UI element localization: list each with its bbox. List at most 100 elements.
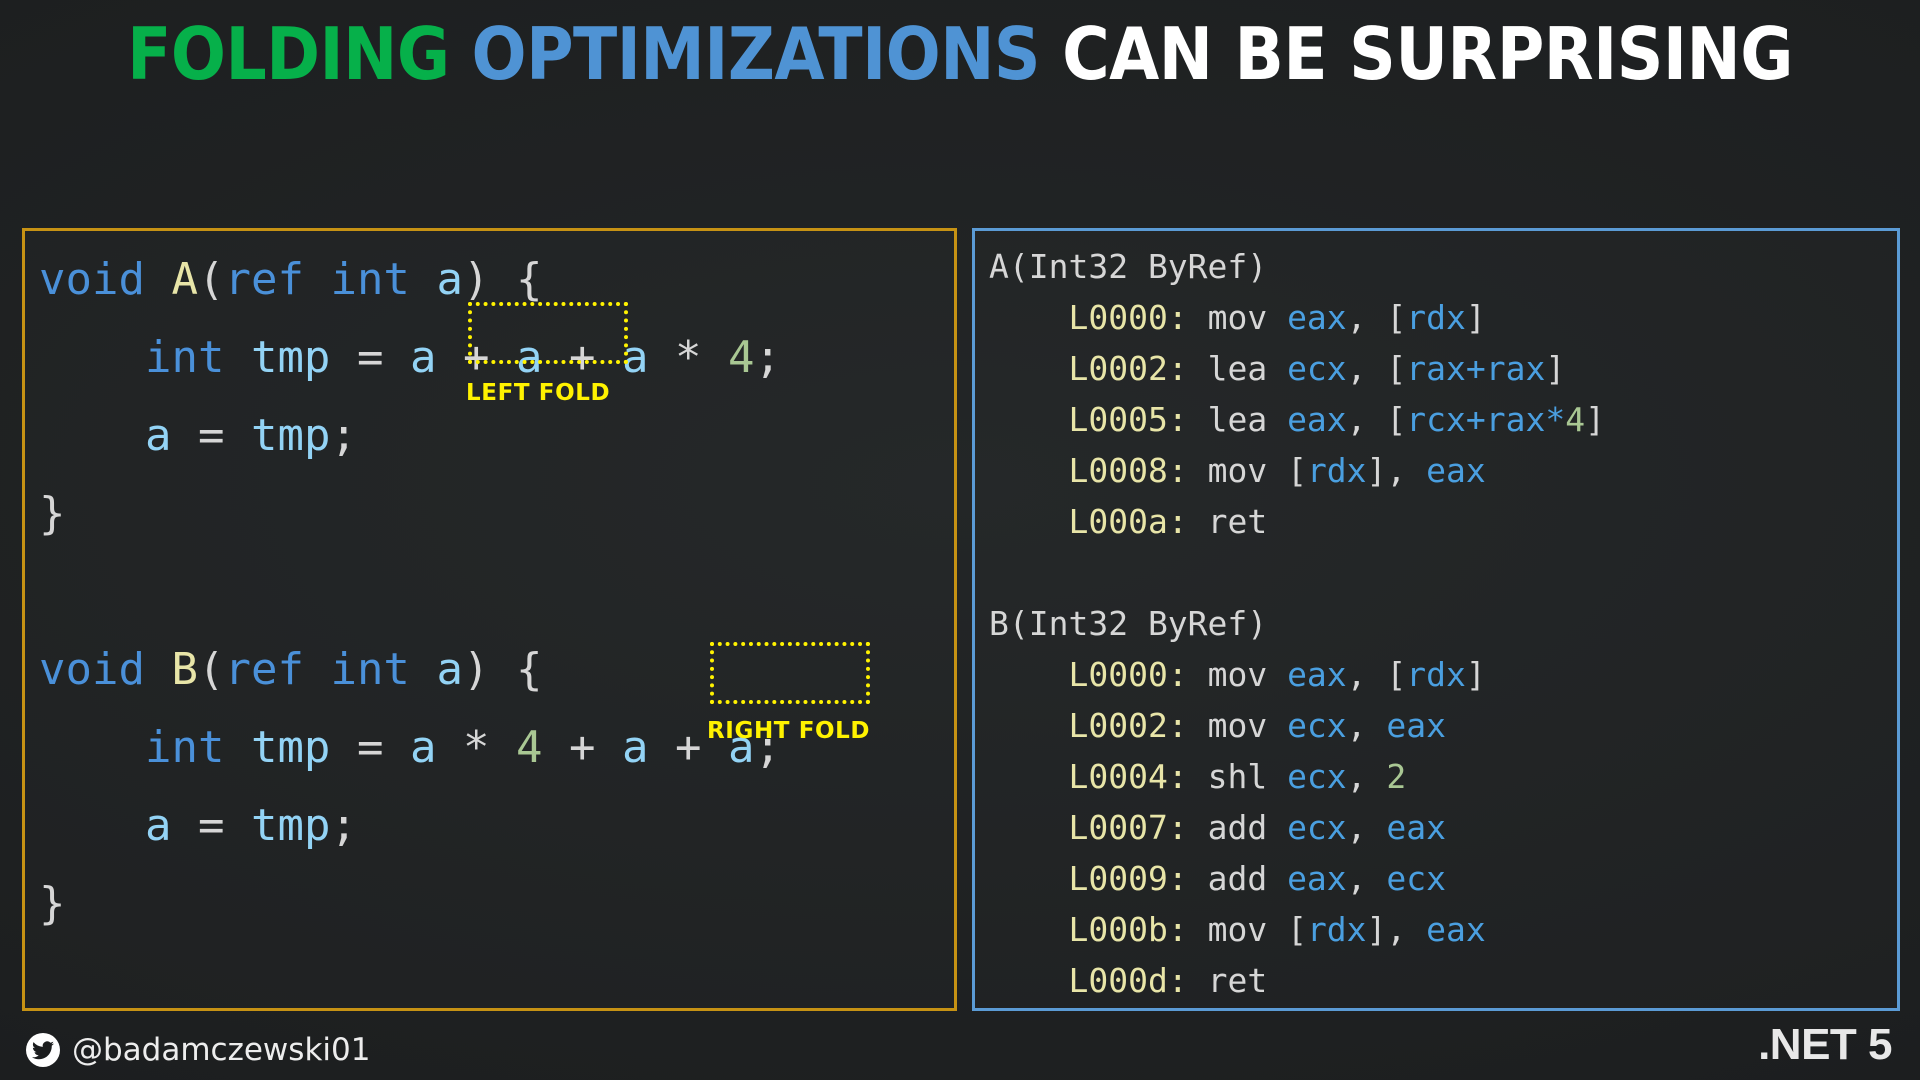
code-token: A bbox=[171, 254, 198, 305]
code-token: ref bbox=[224, 254, 304, 305]
asm-token: [ bbox=[1287, 451, 1307, 490]
asm-token bbox=[1188, 859, 1208, 898]
code-line: void A(ref int a) { bbox=[39, 254, 542, 305]
asm-token bbox=[1188, 808, 1208, 847]
asm-line: A(Int32 ByRef) bbox=[989, 247, 1267, 286]
asm-line: L000d: ret bbox=[989, 961, 1267, 1000]
asm-token: , bbox=[1346, 859, 1387, 898]
asm-token bbox=[1267, 400, 1287, 439]
code-token: * bbox=[462, 722, 490, 773]
assembly-output-panel: A(Int32 ByRef) L0000: mov eax, [rdx] L00… bbox=[972, 228, 1900, 1011]
asm-token: , bbox=[1346, 400, 1387, 439]
asm-token: L0000: bbox=[1068, 655, 1188, 694]
asm-token bbox=[989, 808, 1068, 847]
asm-token: rdx bbox=[1406, 298, 1466, 337]
code-token: ; bbox=[330, 410, 357, 461]
asm-line: L0009: add eax, ecx bbox=[989, 859, 1446, 898]
left-fold-label: LEFT FOLD bbox=[466, 380, 611, 406]
code-line: void B(ref int a) { bbox=[39, 644, 542, 695]
code-line: a = tmp; bbox=[39, 410, 357, 461]
asm-line: L0002: lea ecx, [rax+rax] bbox=[989, 349, 1565, 388]
asm-token: rax+rax bbox=[1406, 349, 1546, 388]
code-token: + bbox=[568, 332, 596, 383]
code-token: int bbox=[144, 722, 225, 773]
code-token: int bbox=[144, 332, 225, 383]
asm-token bbox=[1267, 808, 1287, 847]
code-token: tmp bbox=[250, 332, 331, 383]
asm-token: [ bbox=[1386, 349, 1407, 388]
asm-token: ] bbox=[1465, 298, 1486, 337]
asm-token: , bbox=[1346, 298, 1387, 337]
page-title: FOLDING OPTIMIZATIONS CAN BE SURPRISING bbox=[0, 8, 1920, 100]
asm-line: L0004: shl ecx, 2 bbox=[989, 757, 1406, 796]
asm-token bbox=[1267, 910, 1287, 949]
code-token: 4 bbox=[727, 332, 755, 383]
asm-token: eax bbox=[1287, 400, 1347, 439]
asm-token: ] bbox=[1545, 349, 1566, 388]
code-token: ) bbox=[462, 254, 490, 305]
code-token: tmp bbox=[250, 722, 331, 773]
asm-token: shl bbox=[1207, 757, 1268, 796]
code-token: + bbox=[568, 722, 596, 773]
twitter-handle-footer[interactable]: @badamczewski01 bbox=[26, 1032, 370, 1068]
asm-token: [ bbox=[1287, 910, 1307, 949]
asm-token: lea bbox=[1207, 349, 1268, 388]
asm-token: ecx bbox=[1287, 706, 1347, 745]
title-segment-3: CAN BE SURPRISING bbox=[1040, 12, 1793, 96]
code-token: ; bbox=[330, 800, 357, 851]
code-token: a bbox=[144, 800, 172, 851]
code-token: void bbox=[39, 644, 145, 695]
code-token: = bbox=[356, 332, 384, 383]
code-token: ; bbox=[754, 332, 781, 383]
asm-token bbox=[1188, 400, 1208, 439]
code-token: int bbox=[330, 644, 410, 695]
asm-token bbox=[989, 910, 1068, 949]
dotnet-version-label: .NET 5 bbox=[1758, 1020, 1892, 1069]
asm-token: , bbox=[1346, 706, 1387, 745]
asm-line: L0000: mov eax, [rdx] bbox=[989, 655, 1485, 694]
asm-token: 4 bbox=[1565, 400, 1586, 439]
asm-token: L0004: bbox=[1068, 757, 1188, 796]
asm-token: rdx bbox=[1306, 910, 1367, 949]
asm-token: L0005: bbox=[1068, 400, 1188, 439]
asm-token: [ bbox=[1386, 655, 1407, 694]
asm-token: L0008: bbox=[1068, 451, 1188, 490]
asm-token: add bbox=[1207, 859, 1268, 898]
code-token: ref bbox=[224, 644, 304, 695]
code-token: a bbox=[409, 332, 437, 383]
code-token: a bbox=[515, 332, 543, 383]
asm-token bbox=[1267, 757, 1287, 796]
code-token: a bbox=[621, 722, 649, 773]
twitter-handle-text: @badamczewski01 bbox=[72, 1032, 371, 1068]
code-token: ( bbox=[197, 254, 225, 305]
asm-token: add bbox=[1207, 808, 1268, 847]
asm-token bbox=[989, 451, 1068, 490]
asm-token bbox=[1267, 349, 1287, 388]
code-token: a bbox=[144, 410, 172, 461]
asm-token: B(Int32 ByRef) bbox=[989, 604, 1268, 643]
code-token: B bbox=[171, 644, 198, 695]
asm-token: eax bbox=[1386, 808, 1447, 847]
asm-token bbox=[1188, 655, 1208, 694]
asm-line: L000b: mov [rdx], eax bbox=[989, 910, 1485, 949]
code-token: a bbox=[436, 254, 463, 305]
asm-token bbox=[1267, 451, 1287, 490]
asm-line: L0007: add ecx, eax bbox=[989, 808, 1446, 847]
asm-token: ret bbox=[1207, 502, 1268, 541]
asm-token: * bbox=[1545, 400, 1566, 439]
code-line: int tmp = a + a + a * 4; bbox=[39, 332, 781, 383]
asm-token: L000a: bbox=[1068, 502, 1188, 541]
code-token: * bbox=[674, 332, 702, 383]
title-segment-2: OPTIMIZATIONS bbox=[471, 12, 1041, 96]
